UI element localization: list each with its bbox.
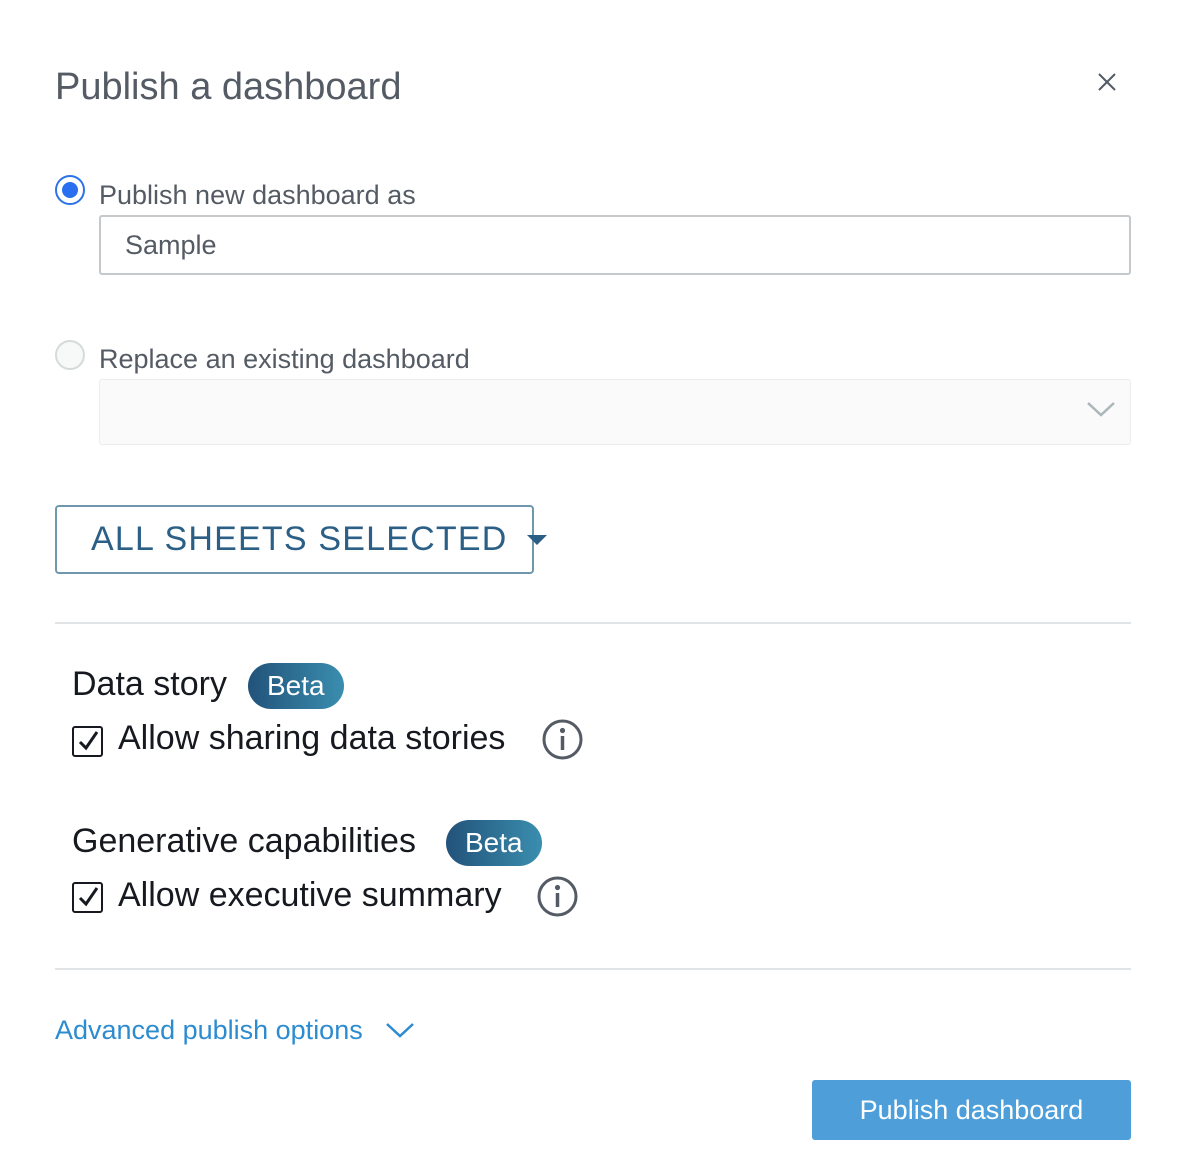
allow-data-stories-label[interactable]: Allow sharing data stories (118, 716, 505, 760)
chevron-down-icon (385, 1023, 414, 1038)
data-story-beta-badge: Beta (248, 663, 344, 709)
existing-dashboard-select[interactable] (99, 379, 1131, 445)
advanced-publish-options-label: Advanced publish options (55, 1015, 363, 1045)
replace-existing-radio[interactable] (55, 340, 85, 370)
allow-executive-summary-label[interactable]: Allow executive summary (118, 873, 502, 917)
publish-dashboard-label: Publish dashboard (859, 1094, 1084, 1125)
replace-existing-label[interactable]: Replace an existing dashboard (99, 342, 470, 376)
publish-new-label[interactable]: Publish new dashboard as (99, 178, 416, 212)
close-icon[interactable] (1097, 72, 1117, 92)
data-story-title: Data story (72, 665, 227, 703)
generative-title: Generative capabilities (72, 822, 416, 860)
publish-dashboard-button[interactable]: Publish dashboard (812, 1080, 1131, 1140)
sheets-select-button[interactable]: ALL SHEETS SELECTED (55, 505, 548, 574)
advanced-publish-options-link[interactable]: Advanced publish options (55, 1012, 415, 1048)
sheets-select-label: ALL SHEETS SELECTED (91, 520, 508, 558)
allow-executive-summary-checkbox[interactable] (72, 882, 103, 913)
generative-beta-badge: Beta (446, 820, 542, 866)
checkmark-icon (78, 887, 99, 907)
checkmark-icon (78, 731, 99, 751)
close-button[interactable] (1093, 68, 1121, 96)
dashboard-name-input[interactable] (99, 215, 1131, 275)
publish-new-radio[interactable] (55, 175, 85, 205)
divider (55, 968, 1131, 970)
dialog-title: Publish a dashboard (55, 66, 402, 108)
chevron-down-icon (1087, 402, 1115, 417)
allow-data-stories-checkbox[interactable] (72, 726, 103, 757)
info-icon[interactable] (542, 719, 583, 760)
divider (55, 622, 1131, 624)
caret-down-icon (527, 534, 548, 545)
info-icon[interactable] (537, 876, 578, 917)
